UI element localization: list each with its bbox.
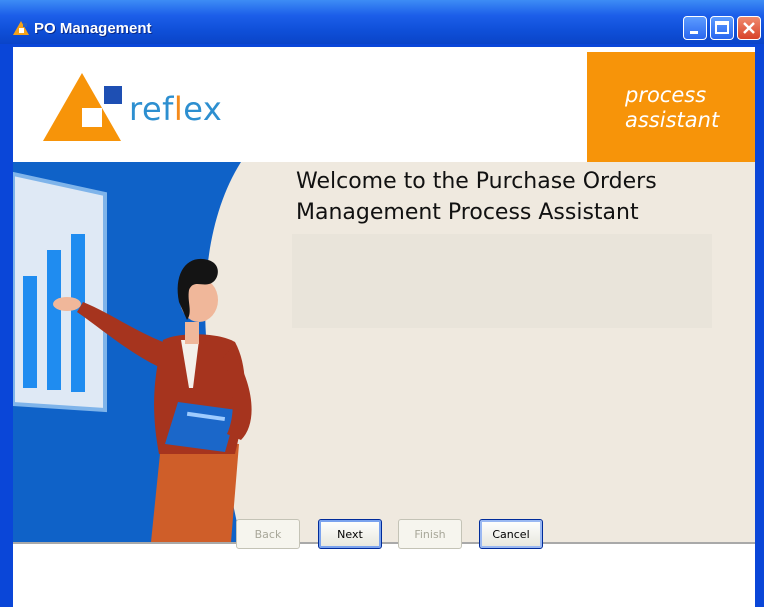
reflex-logo-text: reflex: [129, 90, 222, 128]
next-button[interactable]: Next: [318, 519, 382, 549]
reflex-logo-icon: [43, 73, 122, 141]
maximize-button[interactable]: [710, 16, 734, 40]
finish-button[interactable]: Finish: [398, 519, 462, 549]
wizard-header: reflex process assistant: [13, 47, 755, 162]
welcome-line-2: Management Process Assistant: [296, 200, 639, 225]
close-icon: [743, 22, 755, 34]
app-triangle-icon: [13, 21, 29, 35]
welcome-text-box: [292, 234, 712, 328]
welcome-message: Welcome to the Purchase Orders Managemen…: [296, 166, 726, 228]
minimize-button[interactable]: [683, 16, 707, 40]
cancel-button[interactable]: Cancel: [479, 519, 543, 549]
welcome-line-1: Welcome to the Purchase Orders: [296, 169, 657, 194]
logo-text-prefix: ref: [129, 90, 174, 128]
process-assistant-label: process assistant: [625, 83, 719, 133]
minimize-icon: [690, 31, 698, 34]
back-button[interactable]: Back: [236, 519, 300, 549]
maximize-icon: [715, 21, 729, 34]
close-button[interactable]: [737, 16, 761, 40]
logo-text-accent: l: [173, 90, 184, 128]
app-window: PO Management reflex process assistant W…: [0, 0, 764, 607]
badge-line-2: assistant: [625, 108, 720, 132]
badge-line-1: process: [625, 83, 707, 107]
logo-text-suffix: ex: [183, 90, 223, 128]
wizard-client-area: reflex process assistant Welcome to the …: [13, 47, 755, 607]
window-title: PO Management: [34, 20, 152, 37]
title-bar[interactable]: PO Management: [0, 0, 764, 44]
wizard-footer: [13, 544, 755, 607]
